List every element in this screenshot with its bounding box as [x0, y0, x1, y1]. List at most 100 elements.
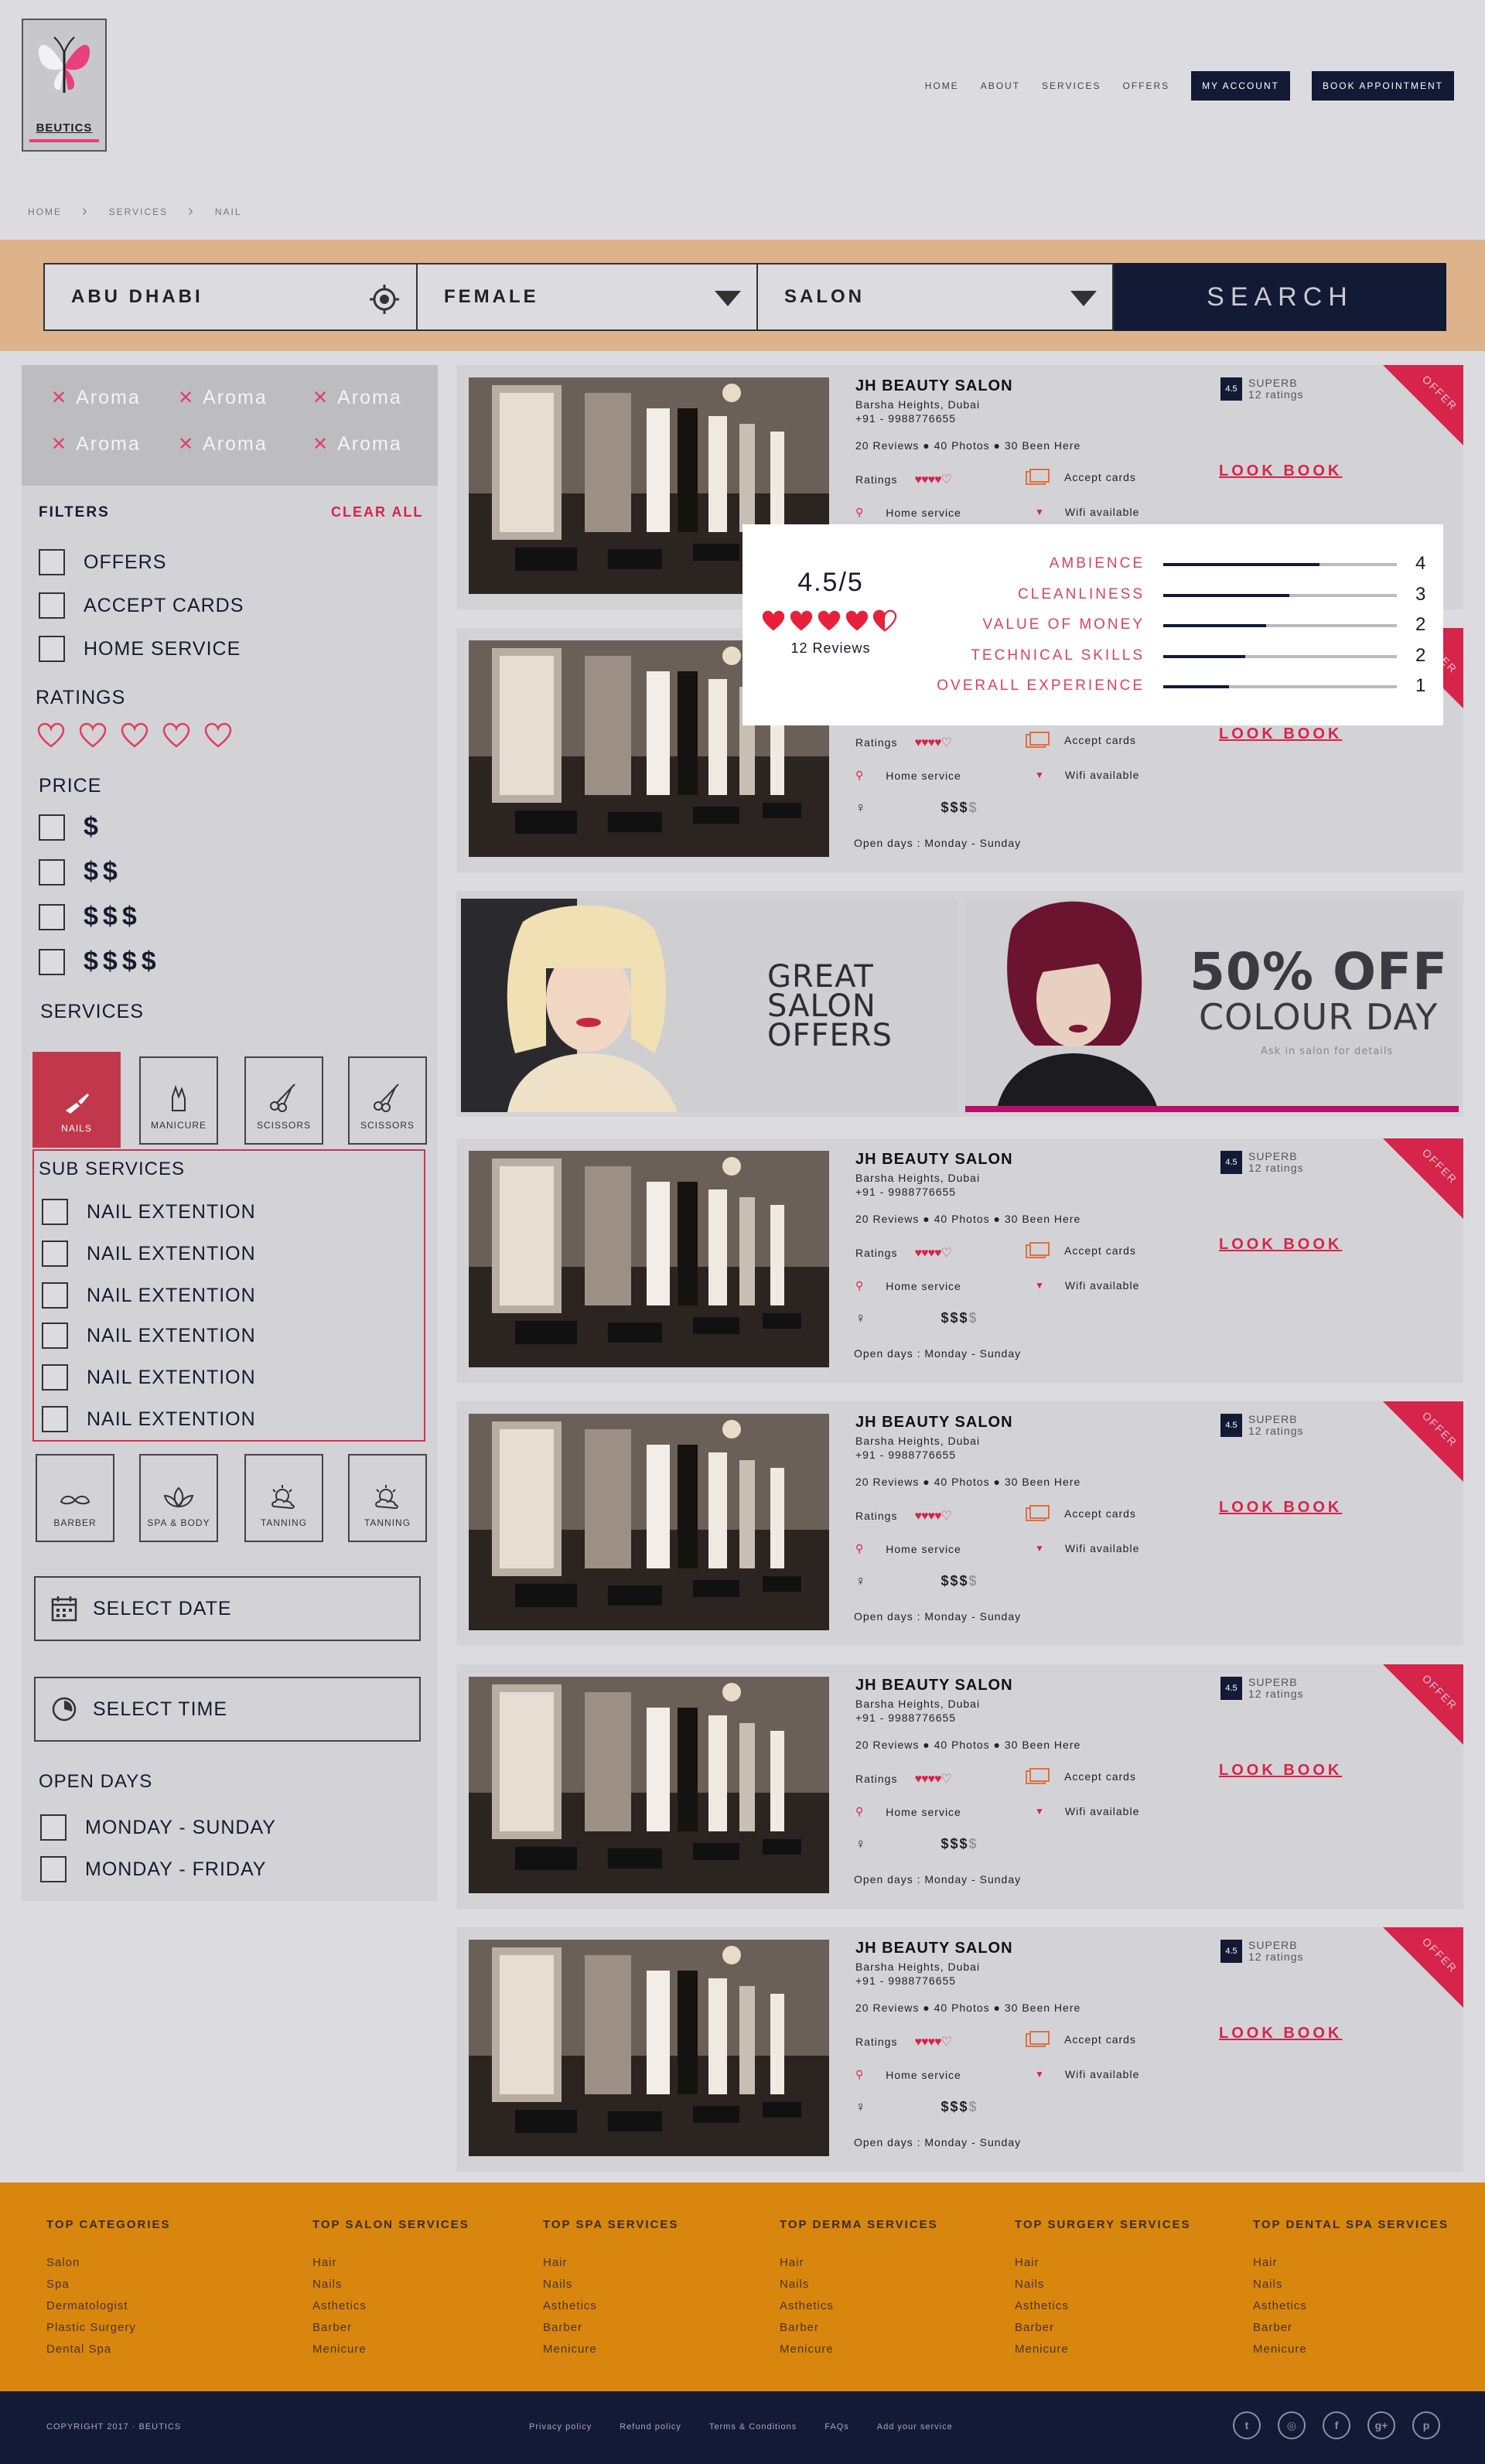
footer-link[interactable]: Asthetics — [1015, 2299, 1191, 2321]
checkbox[interactable] — [42, 1199, 68, 1225]
heart-outline-icon[interactable] — [37, 722, 65, 749]
close-icon[interactable]: ✕ — [51, 387, 68, 408]
book-appointment-button[interactable]: BOOK APPOINTMENT — [1311, 71, 1454, 101]
salon-name[interactable]: JH BEAUTY SALON — [855, 377, 1013, 395]
location-field[interactable]: ABU DHABI — [43, 263, 418, 331]
close-icon[interactable]: ✕ — [312, 387, 329, 408]
salon-card[interactable]: JH BEAUTY SALON Barsha Heights, Dubai +9… — [456, 1401, 1463, 1646]
salon-name[interactable]: JH BEAUTY SALON — [855, 1940, 1013, 1957]
checkbox[interactable] — [39, 814, 65, 841]
footer-link[interactable]: Asthetics — [780, 2299, 938, 2321]
sub-service-option[interactable]: NAIL EXTENTION — [42, 1199, 256, 1225]
offer-ribbon[interactable]: OFFER — [1383, 1927, 1463, 2008]
footer-link[interactable]: Menicure — [312, 2343, 469, 2364]
nav-offers[interactable]: OFFERS — [1123, 80, 1170, 91]
sub-service-option[interactable]: NAIL EXTENTION — [42, 1406, 256, 1432]
footer-link[interactable]: Barber — [1253, 2321, 1449, 2343]
offer-ribbon[interactable]: OFFER — [1383, 1664, 1463, 1745]
faqs-link[interactable]: FAQs — [824, 2422, 849, 2432]
offer-ribbon[interactable]: OFFER — [1383, 1138, 1463, 1219]
sub-service-option[interactable]: NAIL EXTENTION — [42, 1282, 256, 1309]
checkbox[interactable] — [42, 1282, 68, 1309]
heart-outline-icon[interactable] — [121, 722, 148, 749]
service-manicure[interactable]: MANICURE — [139, 1056, 218, 1145]
heart-outline-icon[interactable] — [204, 722, 232, 749]
checkbox[interactable] — [42, 1364, 68, 1391]
footer-link[interactable]: Menicure — [543, 2343, 678, 2364]
tag-chip[interactable]: ✕ Aroma — [51, 433, 141, 456]
select-date-button[interactable]: SELECT DATE — [34, 1576, 421, 1641]
sub-service-option[interactable]: NAIL EXTENTION — [42, 1241, 256, 1267]
footer-link[interactable]: Nails — [543, 2278, 678, 2299]
look-book-link[interactable]: LOOK BOOK — [1219, 1762, 1342, 1780]
salon-name[interactable]: JH BEAUTY SALON — [855, 1677, 1013, 1694]
footer-link[interactable]: Salon — [46, 2256, 171, 2278]
nav-about[interactable]: ABOUT — [981, 80, 1020, 91]
salon-card[interactable]: JH BEAUTY SALON Barsha Heights, Dubai +9… — [456, 1927, 1463, 2172]
privacy-policy-link[interactable]: Privacy policy — [529, 2422, 592, 2432]
footer-link[interactable]: Barber — [780, 2321, 938, 2343]
heart-outline-icon[interactable] — [79, 722, 107, 749]
footer-link[interactable]: Hair — [1253, 2256, 1449, 2278]
open-days-option[interactable]: MONDAY - SUNDAY — [40, 1814, 276, 1841]
footer-link[interactable]: Hair — [312, 2256, 469, 2278]
footer-link[interactable]: Hair — [1015, 2256, 1191, 2278]
salon-photo[interactable] — [469, 1940, 829, 2156]
look-book-link[interactable]: LOOK BOOK — [1219, 2025, 1342, 2043]
footer-link[interactable]: Nails — [1015, 2278, 1191, 2299]
checkbox[interactable] — [42, 1406, 68, 1432]
service-scissors[interactable]: SCISSORS — [244, 1056, 323, 1145]
filter-offers[interactable]: OFFERS — [39, 549, 166, 575]
checkbox[interactable] — [39, 858, 65, 886]
checkbox[interactable] — [42, 1322, 68, 1349]
price-option-2[interactable]: $$ — [39, 857, 122, 887]
service-tanning[interactable]: TANNING — [244, 1454, 323, 1542]
salon-photo[interactable] — [469, 1677, 829, 1893]
google-plus-icon[interactable]: g+ — [1367, 2411, 1395, 2439]
service-tanning[interactable]: TANNING — [348, 1454, 427, 1542]
checkbox[interactable] — [39, 948, 65, 975]
nav-home[interactable]: HOME — [925, 80, 959, 91]
colour-day-banner[interactable]: 50% OFF COLOUR DAY Ask in salon for deta… — [965, 899, 1459, 1112]
footer-link[interactable]: Dermatologist — [46, 2299, 171, 2321]
footer-link[interactable]: Nails — [780, 2278, 938, 2299]
footer-link[interactable]: Barber — [543, 2321, 678, 2343]
checkbox[interactable] — [39, 903, 65, 930]
search-button[interactable]: SEARCH — [1114, 263, 1446, 331]
nav-services[interactable]: SERVICES — [1042, 80, 1101, 91]
footer-link[interactable]: Menicure — [1015, 2343, 1191, 2364]
my-account-button[interactable]: MY ACCOUNT — [1191, 71, 1290, 101]
service-spa-body[interactable]: SPA & BODY — [139, 1454, 218, 1542]
add-service-link[interactable]: Add your service — [877, 2422, 953, 2432]
refund-policy-link[interactable]: Refund policy — [620, 2422, 681, 2432]
salon-name[interactable]: JH BEAUTY SALON — [855, 1414, 1013, 1432]
brand-logo[interactable]: BEUTICS — [22, 19, 107, 152]
locate-icon[interactable] — [368, 283, 401, 316]
breadcrumb-home[interactable]: HOME — [28, 206, 62, 217]
service-barber[interactable]: BARBER — [36, 1454, 114, 1542]
price-option-3[interactable]: $$$ — [39, 902, 142, 932]
breadcrumb-services[interactable]: SERVICES — [109, 206, 168, 217]
footer-link[interactable]: Menicure — [1253, 2343, 1449, 2364]
filter-accept-cards[interactable]: ACCEPT CARDS — [39, 592, 244, 619]
salon-photo[interactable] — [469, 1151, 829, 1367]
great-salon-offers-banner[interactable]: GREAT SALON OFFERS — [461, 899, 958, 1112]
checkbox[interactable] — [40, 1856, 67, 1882]
footer-link[interactable]: Asthetics — [312, 2299, 469, 2321]
look-book-link[interactable]: LOOK BOOK — [1219, 725, 1342, 743]
gender-select[interactable]: FEMALE — [416, 263, 758, 331]
filter-home-service[interactable]: HOME SERVICE — [39, 636, 241, 662]
checkbox[interactable] — [39, 636, 65, 662]
offer-ribbon[interactable]: OFFER — [1383, 365, 1463, 445]
open-days-option[interactable]: MONDAY - FRIDAY — [40, 1856, 266, 1882]
sub-service-option[interactable]: NAIL EXTENTION — [42, 1364, 256, 1391]
category-select[interactable]: SALON — [756, 263, 1114, 331]
footer-link[interactable]: Spa — [46, 2278, 171, 2299]
close-icon[interactable]: ✕ — [178, 434, 195, 455]
facebook-icon[interactable]: f — [1323, 2411, 1350, 2439]
salon-name[interactable]: JH BEAUTY SALON — [855, 1151, 1013, 1169]
look-book-link[interactable]: LOOK BOOK — [1219, 1236, 1342, 1254]
tag-chip[interactable]: ✕ Aroma — [51, 387, 141, 409]
select-time-button[interactable]: SELECT TIME — [34, 1677, 421, 1742]
price-option-1[interactable]: $ — [39, 812, 103, 842]
